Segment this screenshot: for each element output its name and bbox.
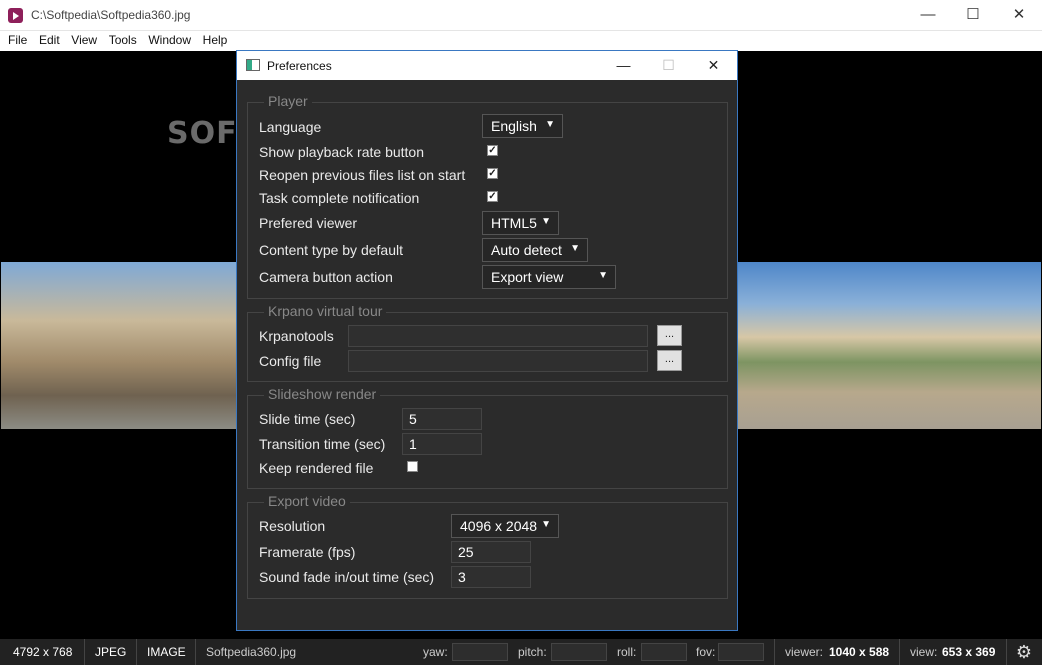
slide-time-field[interactable]: 5 bbox=[402, 408, 482, 430]
task-notify-checkbox[interactable]: ✓ bbox=[487, 191, 498, 202]
resolution-label: Resolution bbox=[259, 518, 326, 534]
krpanotools-browse-button[interactable]: ... bbox=[657, 325, 682, 346]
menu-file[interactable]: File bbox=[0, 31, 27, 47]
prefered-viewer-select[interactable]: HTML5 ▼ bbox=[482, 211, 559, 235]
content-type-select[interactable]: Auto detect ▼ bbox=[482, 238, 588, 262]
slide-time-label: Slide time (sec) bbox=[259, 411, 356, 427]
viewer-size-value: 1040 x 588 bbox=[829, 645, 890, 659]
reopen-checkbox[interactable]: ✓ bbox=[487, 168, 498, 179]
menu-bar: File Edit View Tools Window Help bbox=[0, 31, 1042, 51]
roll-input[interactable] bbox=[641, 643, 687, 661]
status-divider bbox=[1006, 639, 1007, 665]
chevron-down-icon: ▼ bbox=[570, 243, 580, 254]
fov-input[interactable] bbox=[718, 643, 764, 661]
roll-label: roll: bbox=[617, 645, 637, 659]
status-divider bbox=[136, 639, 137, 665]
language-select-value: English bbox=[491, 118, 537, 134]
group-slideshow: Slideshow render Slide time (sec) 5 Tran… bbox=[247, 386, 728, 489]
yaw-input[interactable] bbox=[452, 643, 508, 661]
status-dimensions: 4792 x 768 bbox=[13, 645, 73, 659]
panorama-image-right bbox=[738, 262, 1041, 429]
dialog-titlebar: Preferences — ☐ ✕ bbox=[237, 51, 737, 80]
menu-tools[interactable]: Tools bbox=[101, 31, 137, 47]
menu-edit[interactable]: Edit bbox=[31, 31, 60, 47]
dialog-title: Preferences bbox=[267, 59, 332, 73]
close-button[interactable]: ✕ bbox=[996, 0, 1042, 31]
chevron-down-icon: ▼ bbox=[545, 119, 555, 130]
status-divider bbox=[774, 639, 775, 665]
window-titlebar: C:\Softpedia\Softpedia360.jpg — ☐ ✕ bbox=[0, 0, 1042, 31]
config-file-label: Config file bbox=[259, 353, 322, 369]
content-type-value: Auto detect bbox=[491, 242, 562, 258]
status-divider bbox=[195, 639, 196, 665]
reopen-label: Reopen previous files list on start bbox=[259, 167, 466, 183]
status-filename: Softpedia360.jpg bbox=[206, 645, 297, 659]
maximize-button[interactable]: ☐ bbox=[950, 0, 996, 31]
sound-fade-field[interactable]: 3 bbox=[451, 566, 531, 588]
status-type: IMAGE bbox=[147, 645, 186, 659]
group-player: Player Language English ▼ Show playback r… bbox=[247, 93, 728, 299]
transition-time-label: Transition time (sec) bbox=[259, 436, 386, 452]
group-player-legend: Player bbox=[264, 93, 312, 109]
gear-icon[interactable]: ⚙ bbox=[1016, 642, 1032, 663]
yaw-label: yaw: bbox=[423, 645, 448, 659]
dialog-icon bbox=[246, 59, 260, 71]
dialog-maximize-button: ☐ bbox=[662, 57, 675, 73]
window-title: C:\Softpedia\Softpedia360.jpg bbox=[31, 8, 191, 22]
viewer-size-label: viewer: bbox=[785, 645, 824, 659]
sound-fade-label: Sound fade in/out time (sec) bbox=[259, 569, 435, 585]
group-krpano: Krpano virtual tour Krpanotools ... Conf… bbox=[247, 303, 728, 382]
show-rate-checkbox[interactable]: ✓ bbox=[487, 145, 498, 156]
group-export-video: Export video Resolution 4096 x 2048 ▼ Fra… bbox=[247, 493, 728, 599]
framerate-label: Framerate (fps) bbox=[259, 544, 356, 560]
camera-action-value: Export view bbox=[491, 269, 564, 285]
status-divider bbox=[899, 639, 900, 665]
pitch-label: pitch: bbox=[518, 645, 547, 659]
camera-action-select[interactable]: Export view ▼ bbox=[482, 265, 616, 289]
group-export-legend: Export video bbox=[264, 493, 350, 509]
status-bar: 4792 x 768 JPEG IMAGE Softpedia360.jpg y… bbox=[0, 639, 1042, 665]
chevron-down-icon: ▼ bbox=[598, 270, 608, 281]
fov-label: fov: bbox=[696, 645, 716, 659]
content-type-label: Content type by default bbox=[259, 242, 403, 258]
krpanotools-field[interactable] bbox=[348, 325, 648, 347]
menu-view[interactable]: View bbox=[63, 31, 97, 47]
group-krpano-legend: Krpano virtual tour bbox=[264, 303, 387, 319]
resolution-value: 4096 x 2048 bbox=[460, 518, 538, 534]
menu-help[interactable]: Help bbox=[195, 31, 228, 47]
view-size-value: 653 x 369 bbox=[942, 645, 996, 659]
prefered-viewer-label: Prefered viewer bbox=[259, 215, 358, 231]
panorama-image-left bbox=[1, 262, 237, 429]
show-rate-label: Show playback rate button bbox=[259, 144, 424, 160]
keep-rendered-checkbox[interactable] bbox=[407, 461, 418, 472]
minimize-button[interactable]: — bbox=[905, 0, 951, 31]
config-file-field[interactable] bbox=[348, 350, 648, 372]
dialog-minimize-button[interactable]: — bbox=[601, 51, 646, 80]
preferences-dialog: Preferences — ☐ ✕ Player Language Englis… bbox=[236, 50, 738, 631]
camera-action-label: Camera button action bbox=[259, 269, 393, 285]
keep-rendered-label: Keep rendered file bbox=[259, 460, 374, 476]
task-notify-label: Task complete notification bbox=[259, 190, 420, 206]
prefered-viewer-value: HTML5 bbox=[491, 215, 537, 231]
krpanotools-label: Krpanotools bbox=[259, 328, 334, 344]
menu-window[interactable]: Window bbox=[140, 31, 191, 47]
status-format: JPEG bbox=[95, 645, 127, 659]
framerate-field[interactable]: 25 bbox=[451, 541, 531, 563]
view-size-label: view: bbox=[910, 645, 938, 659]
transition-time-field[interactable]: 1 bbox=[402, 433, 482, 455]
group-slideshow-legend: Slideshow render bbox=[264, 386, 381, 402]
pitch-input[interactable] bbox=[551, 643, 607, 661]
status-divider bbox=[84, 639, 85, 665]
resolution-select[interactable]: 4096 x 2048 ▼ bbox=[451, 514, 559, 538]
config-file-browse-button[interactable]: ... bbox=[657, 350, 682, 371]
app-icon bbox=[8, 8, 23, 23]
dialog-close-button[interactable]: ✕ bbox=[691, 51, 736, 80]
language-label: Language bbox=[259, 119, 322, 135]
language-select[interactable]: English ▼ bbox=[482, 114, 563, 138]
chevron-down-icon: ▼ bbox=[541, 216, 551, 227]
chevron-down-icon: ▼ bbox=[541, 519, 551, 530]
